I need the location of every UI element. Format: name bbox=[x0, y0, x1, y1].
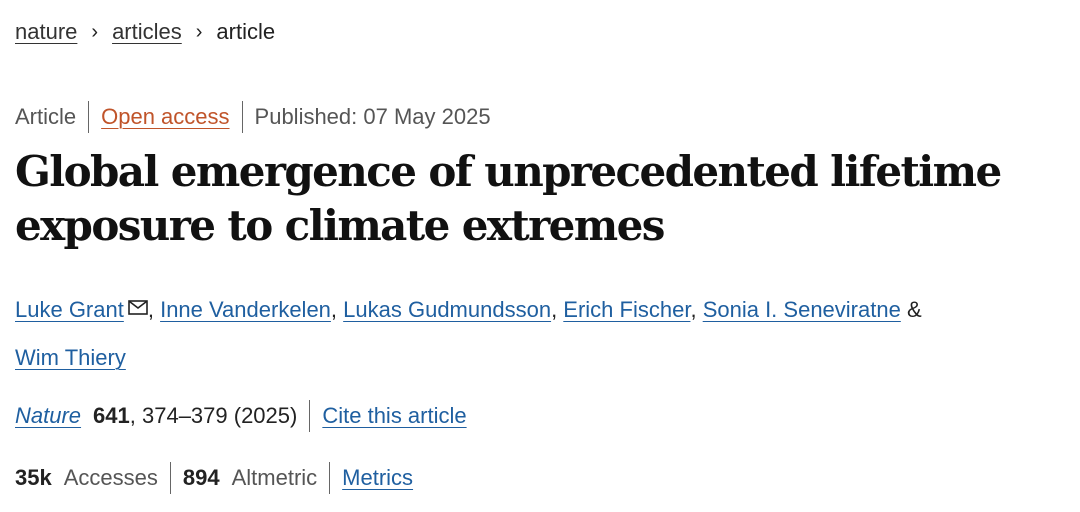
author-link-sonia-seneviratne[interactable]: Sonia I. Seneviratne bbox=[703, 297, 901, 322]
breadcrumb-link-nature[interactable]: nature bbox=[15, 18, 77, 46]
divider bbox=[329, 462, 331, 494]
author-separator: , bbox=[551, 297, 564, 322]
chevron-right-icon: › bbox=[195, 21, 203, 43]
author-link-wim-thiery[interactable]: Wim Thiery bbox=[15, 345, 126, 370]
citation-row: Nature 641 , 374–379 (2025) Cite this ar… bbox=[15, 400, 467, 432]
author-separator: , bbox=[330, 297, 344, 322]
divider bbox=[169, 462, 171, 494]
chevron-right-icon: › bbox=[91, 21, 99, 43]
volume-number: 641 bbox=[93, 403, 130, 428]
mail-icon[interactable] bbox=[128, 284, 148, 332]
divider bbox=[88, 101, 90, 133]
accesses-label: Accesses bbox=[63, 465, 158, 490]
author-separator: , bbox=[690, 297, 703, 322]
pages-year: , 374–379 (2025) bbox=[129, 403, 298, 428]
article-type: Article bbox=[15, 104, 77, 129]
journal-link[interactable]: Nature bbox=[15, 401, 81, 431]
altmetric-label: Altmetric bbox=[231, 465, 318, 490]
author-link-erich-fischer[interactable]: Erich Fischer bbox=[563, 297, 690, 322]
author-separator: , bbox=[147, 297, 161, 322]
author-separator: & bbox=[900, 297, 922, 322]
metrics-link[interactable]: Metrics bbox=[342, 463, 413, 493]
author-list: Luke Grant, Inne Vanderkelen, Lukas Gudm… bbox=[15, 284, 1055, 382]
breadcrumb: nature › articles › article bbox=[15, 18, 275, 46]
published-date: Published: 07 May 2025 bbox=[254, 104, 491, 129]
author-link-lukas-gudmundsson[interactable]: Lukas Gudmundsson bbox=[343, 297, 551, 322]
divider bbox=[241, 101, 243, 133]
accesses-count: 35k bbox=[15, 465, 52, 490]
breadcrumb-current: article bbox=[216, 19, 276, 44]
breadcrumb-link-articles[interactable]: articles bbox=[112, 18, 182, 46]
article-meta: Article Open access Published: 07 May 20… bbox=[15, 101, 491, 133]
author-link-inne-vanderkelen[interactable]: Inne Vanderkelen bbox=[160, 297, 331, 322]
divider bbox=[309, 400, 311, 432]
altmetric-score: 894 bbox=[182, 465, 220, 490]
metrics-row: 35k Accesses 894 Altmetric Metrics bbox=[15, 462, 413, 494]
article-title: Global emergence of unprecedented lifeti… bbox=[15, 147, 1002, 250]
author-link-luke-grant[interactable]: Luke Grant bbox=[15, 297, 124, 322]
open-access-link[interactable]: Open access bbox=[101, 102, 229, 132]
cite-this-article-link[interactable]: Cite this article bbox=[322, 401, 466, 431]
